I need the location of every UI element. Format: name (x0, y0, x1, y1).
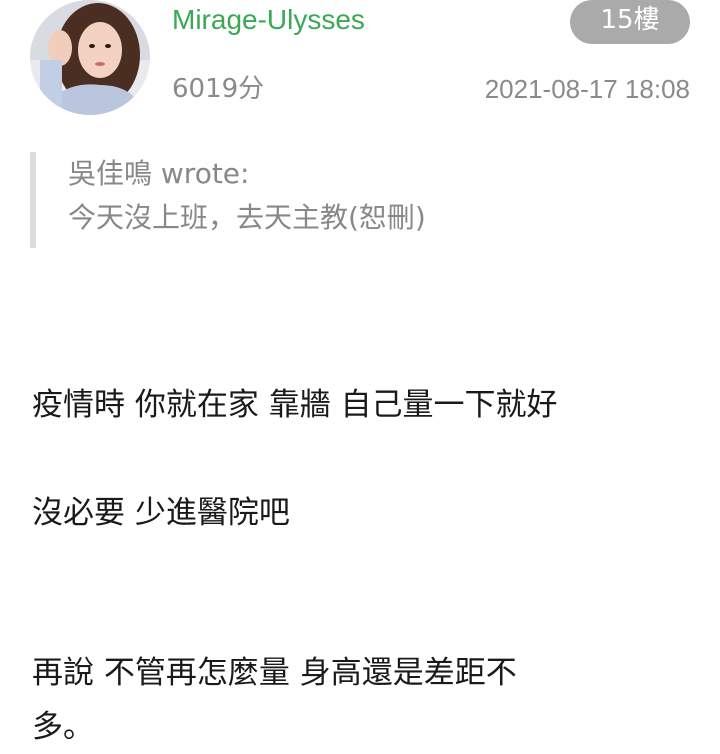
quote-text: 今天沒上班，去天主教(恕刪) (68, 201, 426, 234)
floor-badge: 15樓 (570, 0, 690, 44)
post-header: Mirage-Ulysses 15樓 6019分 2021-08-17 18:0… (0, 0, 720, 130)
post-paragraph: 疫情時 你就在家 靠牆 自己量一下就好 (32, 387, 558, 423)
post-paragraph: 再說 不管再怎麼量 身高還是差距不 多。 (32, 646, 692, 754)
post-paragraph-line: 再說 不管再怎麼量 身高還是差距不 (32, 655, 517, 691)
post-paragraph: 沒必要 少進醫院吧 (32, 495, 290, 531)
quote-author: 吳佳鳴 wrote: (68, 157, 250, 190)
user-score: 6019分 (172, 74, 265, 104)
username-link[interactable]: Mirage-Ulysses (172, 2, 365, 38)
post-timestamp: 2021-08-17 18:08 (484, 74, 690, 104)
avatar[interactable] (30, 0, 150, 115)
post-paragraph-line: 多。 (32, 709, 94, 745)
avatar-image (30, 0, 150, 115)
quote-block: 吳佳鳴 wrote: 今天沒上班，去天主教(恕刪) (30, 152, 680, 248)
